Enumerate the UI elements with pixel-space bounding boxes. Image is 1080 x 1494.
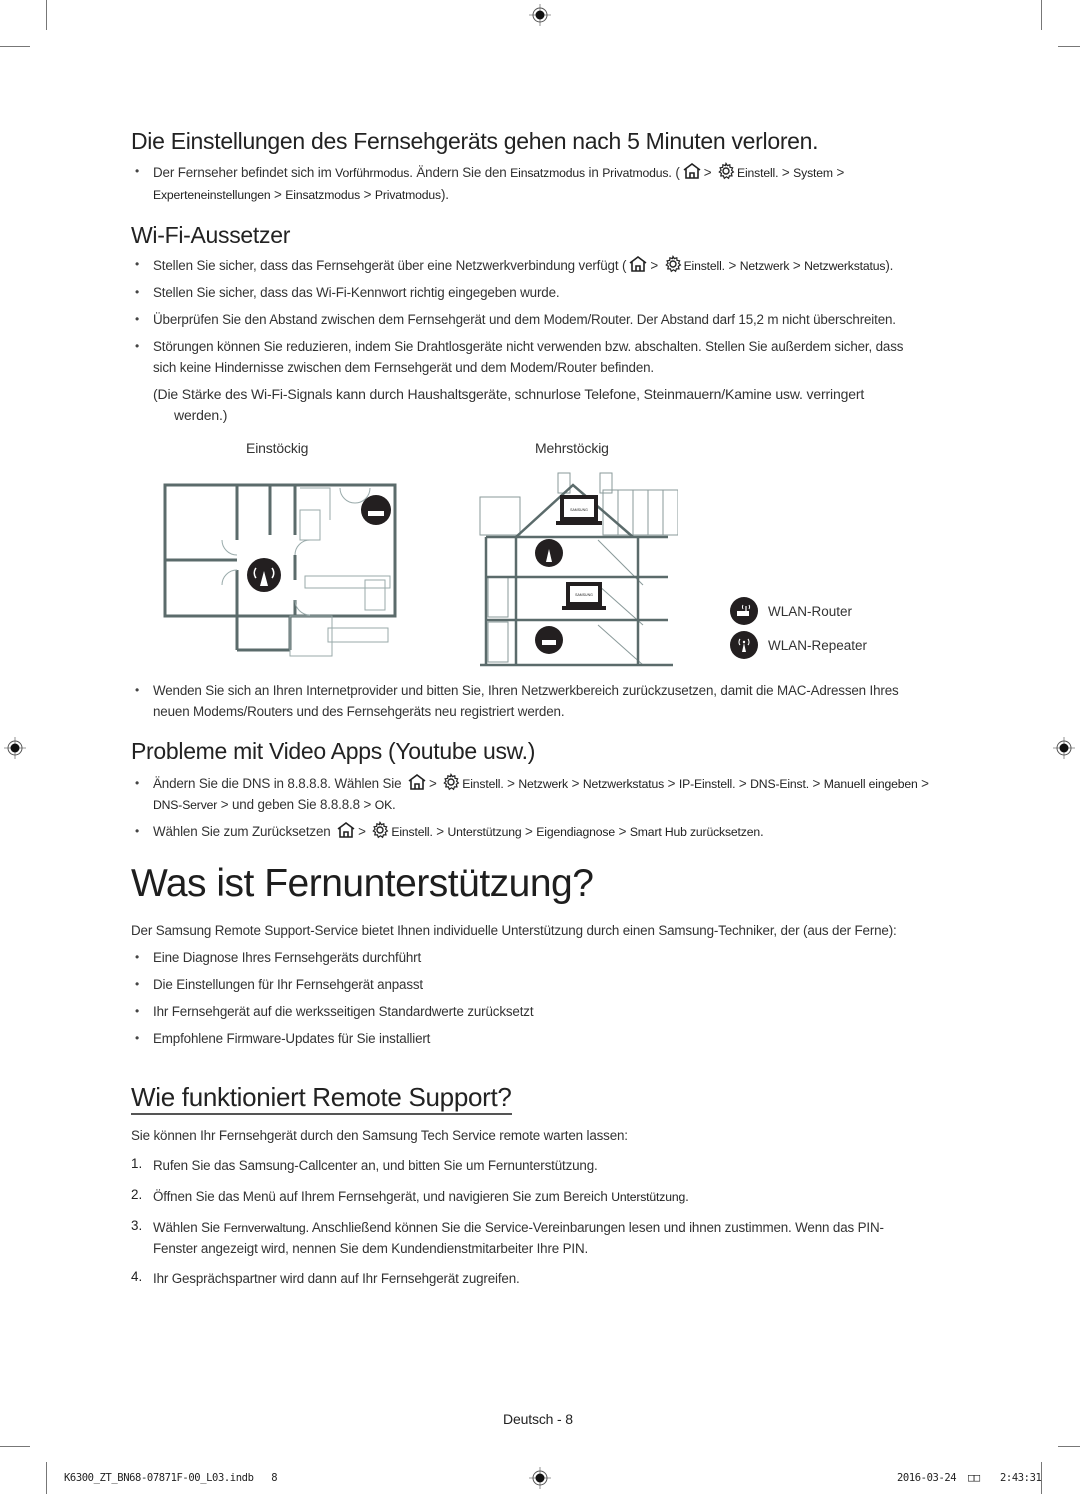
page-title-remote-support: Was ist Fernunterstützung? (131, 862, 594, 905)
menu-path-system: System (793, 166, 833, 180)
gear-icon (664, 255, 681, 273)
menu-path-einstell: Einstell. (736, 166, 779, 180)
term-einsatzmodus: Einsatzmodus (510, 166, 585, 180)
bullet: • (135, 950, 140, 964)
registration-mark-left-icon (4, 737, 26, 759)
print-date: 2016-03-24 (897, 1472, 957, 1484)
home-icon (683, 163, 701, 179)
list-item: Die Einstellungen für Ihr Fernsehgerät a… (153, 977, 423, 992)
registration-mark-right-icon (1053, 737, 1075, 759)
home-icon (337, 822, 355, 838)
bullet-dns-line2: DNS-Server > und geben Sie 8.8.8.8 > OK. (153, 797, 396, 812)
step-3: Wählen Sie Fernverwaltung. Anschließend … (153, 1220, 884, 1235)
section-heading-wifi: Wi-Fi-Aussetzer (131, 222, 291, 248)
how-it-works-intro: Sie können Ihr Fernsehgerät durch den Sa… (131, 1128, 628, 1143)
section-heading-video-apps: Probleme mit Video Apps (Youtube usw.) (131, 738, 536, 764)
wlan-repeater-icon (730, 631, 758, 659)
step-1: Rufen Sie das Samsung-Callcenter an, und… (153, 1158, 598, 1173)
registration-mark-bottom-icon (529, 1467, 551, 1489)
bullet-smart-hub-reset: Wählen Sie zum Zurücksetzen > Einstell. … (153, 821, 764, 843)
page-number: Deutsch - 8 (503, 1411, 573, 1427)
crop-mark-right-top (1058, 46, 1080, 47)
bullet-demo-mode: Der Fernseher befindet sich im Vorführmo… (153, 162, 953, 184)
wlan-router-icon (730, 597, 758, 625)
bullet: • (135, 312, 140, 326)
step-number: 3. (131, 1218, 143, 1233)
note-signal-strength-line2: werden.) (174, 407, 228, 423)
house-multi-storey: SAMSUNG SAMSUNG (479, 472, 678, 667)
crop-mark-top-right (1041, 0, 1042, 30)
crop-mark-bottom-left (46, 1462, 47, 1494)
floor-plan-single-storey (163, 483, 397, 657)
bullet-interference-line2: sich keine Hindernisse zwischen dem Fern… (153, 360, 654, 375)
step-number: 4. (131, 1269, 143, 1284)
print-time: 2:43:31 (1000, 1472, 1042, 1484)
bullet: • (135, 339, 140, 353)
term-unterstuetzung: Unterstützung (611, 1190, 686, 1204)
section-heading-how-it-works: Wie funktioniert Remote Support? (131, 1082, 512, 1115)
menu-path-privatmodus: Privatmodus (374, 188, 441, 202)
section-heading-settings-lost: Die Einstellungen des Fernsehgeräts gehe… (131, 128, 819, 154)
term-vorfuehrmodus: Vorführmodus (335, 166, 410, 180)
diagram-label-multi-storey: Mehrstöckig (535, 440, 609, 456)
step-3-line2: Fenster angezeigt wird, nennen Sie dem K… (153, 1241, 589, 1256)
step-4: Ihr Gesprächspartner wird dann auf Ihr F… (153, 1271, 520, 1286)
bullet-distance: Überprüfen Sie den Abstand zwischen dem … (153, 312, 896, 327)
samsung-laptop-top: SAMSUNG (556, 495, 602, 525)
bullet: • (135, 977, 140, 991)
svg-text:SAMSUNG: SAMSUNG (570, 508, 588, 512)
bullet: • (135, 257, 140, 271)
diagram-label-single-storey: Einstöckig (246, 440, 309, 456)
menu-path-experteneinstellungen: Experteneinstellungen (153, 188, 271, 202)
gear-icon (372, 821, 389, 839)
menu-path-einsatzmodus: Einsatzmodus (285, 188, 361, 202)
bullet-dns: Ändern Sie die DNS in 8.8.8.8. Wählen Si… (153, 773, 973, 795)
note-signal-strength-line1: (Die Stärke des Wi-Fi-Signals kann durch… (153, 386, 865, 402)
crop-mark-right-bottom (1058, 1446, 1080, 1447)
step-2: Öffnen Sie das Menü auf Ihrem Fernsehger… (153, 1189, 689, 1204)
bullet-network-connection: Stellen Sie sicher, dass das Fernsehgerä… (153, 255, 973, 277)
svg-text:SAMSUNG: SAMSUNG (575, 593, 593, 597)
legend-wlan-repeater: WLAN-Repeater (730, 630, 867, 660)
bullet: • (135, 776, 140, 790)
bullet: • (135, 824, 140, 838)
legend-wlan-router: WLAN-Router (730, 596, 852, 626)
wlan-router-icon (361, 495, 391, 525)
list-item: Eine Diagnose Ihres Fernsehgeräts durchf… (153, 950, 422, 965)
gear-icon (443, 773, 460, 791)
bullet: • (135, 1031, 140, 1045)
step-number: 1. (131, 1156, 143, 1171)
bullet-provider-line1: Wenden Sie sich an Ihren Internetprovide… (153, 683, 899, 698)
bullet-provider-line2: neuen Modems/Routers und des Fernsehgerä… (153, 704, 565, 719)
bullet: • (135, 683, 140, 697)
term-fernverwaltung: Fernverwaltung (223, 1221, 306, 1235)
crop-mark-left-bottom (0, 1446, 30, 1447)
term-privatmodus: Privatmodus (602, 166, 669, 180)
step-number: 2. (131, 1187, 143, 1202)
list-item: Empfohlene Firmware-Updates für Sie inst… (153, 1031, 431, 1046)
home-icon (408, 774, 426, 790)
print-file-name: K6300_ZT_BN68-07871F-00_L03.indb 8 (64, 1472, 278, 1484)
print-time-glyphs: □□ (968, 1472, 980, 1484)
crop-mark-top-left (46, 0, 47, 30)
crop-mark-left-top (0, 46, 30, 47)
home-icon (629, 256, 647, 272)
samsung-laptop-middle: SAMSUNG (562, 582, 606, 610)
bullet-interference-line1: Störungen können Sie reduzieren, indem S… (153, 339, 904, 354)
bullet-demo-mode-line2: Experteneinstellungen > Einsatzmodus > P… (153, 187, 449, 202)
remote-support-intro: Der Samsung Remote Support-Service biete… (131, 923, 897, 938)
registration-mark-top-icon (529, 4, 551, 26)
bullet: • (135, 1004, 140, 1018)
list-item: Ihr Fernsehgerät auf die werksseitigen S… (153, 1004, 534, 1019)
bullet: • (135, 164, 140, 178)
bullet-wifi-password: Stellen Sie sicher, dass das Wi-Fi-Kennw… (153, 285, 560, 300)
gear-icon (718, 162, 735, 180)
bullet: • (135, 285, 140, 299)
